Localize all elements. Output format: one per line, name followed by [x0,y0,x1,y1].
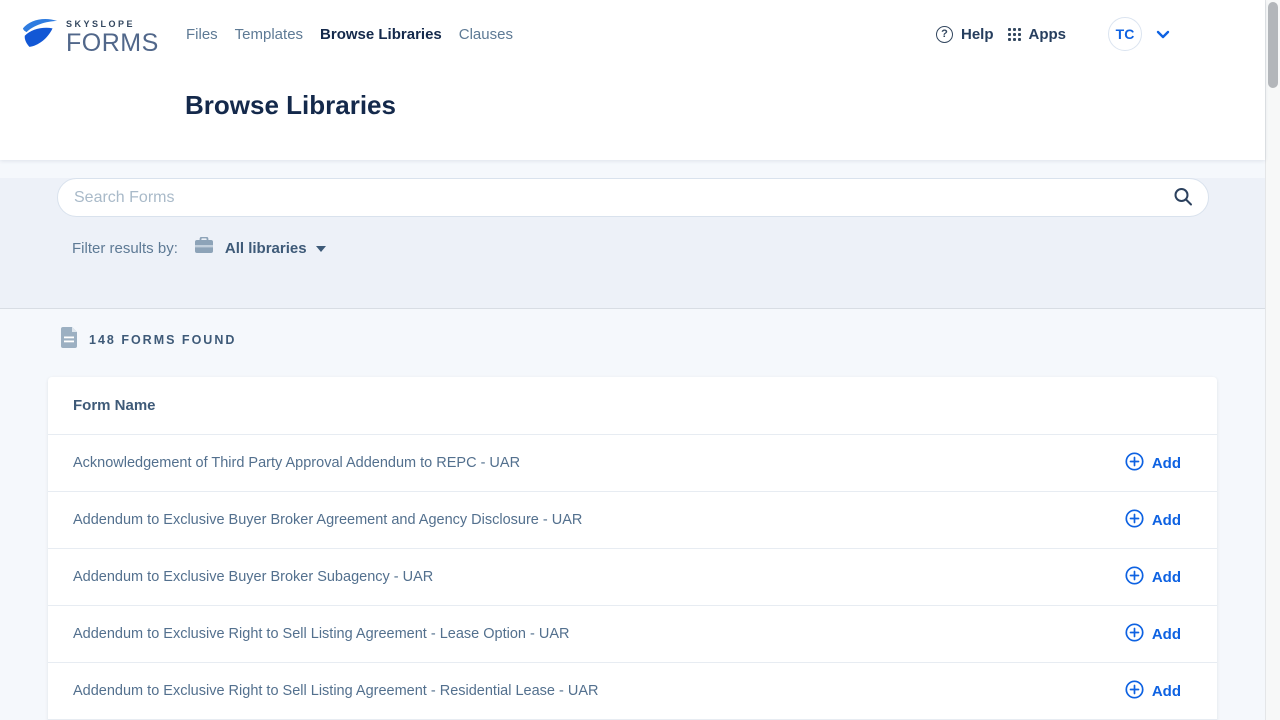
table-header-row: Form Name [48,377,1217,434]
circle-plus-icon [1125,452,1144,474]
filter-label: Filter results by: [72,240,178,257]
header-actions: ? Help Apps TC [936,0,1170,68]
main-nav: Files Templates Browse Libraries Clauses [186,0,513,68]
vertical-scrollbar[interactable] [1265,0,1280,720]
table-row[interactable]: Addendum to Exclusive Buyer Broker Subag… [48,548,1217,605]
add-button-label: Add [1152,683,1181,700]
circle-plus-icon [1125,566,1144,588]
help-label: Help [961,26,994,43]
circle-plus-icon [1125,509,1144,531]
logo-skyslope-label: SKYSLOPE [66,20,159,29]
table-row[interactable]: Addendum to Exclusive Right to Sell List… [48,662,1217,719]
circle-plus-icon [1125,680,1144,702]
add-button-label: Add [1152,455,1181,472]
skyslope-logo[interactable]: SKYSLOPE FORMS [22,17,159,56]
table-row[interactable]: Acknowledgement of Third Party Approval … [48,434,1217,491]
page-title: Browse Libraries [185,90,396,121]
skyslope-swoosh-icon [22,17,59,54]
search-bar [57,178,1209,217]
add-form-button[interactable]: Add [1125,566,1181,588]
nav-item-files[interactable]: Files [186,22,218,47]
forms-found-row: 148 FORMS FOUND [60,309,1265,353]
form-name: Addendum to Exclusive Right to Sell List… [73,683,599,699]
help-button[interactable]: ? Help [936,26,994,43]
table-row[interactable]: Addendum to Exclusive Buyer Broker Agree… [48,491,1217,548]
caret-down-icon[interactable] [316,246,326,252]
results-section: 148 FORMS FOUND Form Name Acknowledgemen… [0,309,1265,720]
logo-text: SKYSLOPE FORMS [66,20,159,56]
circle-plus-icon [1125,623,1144,645]
apps-label: Apps [1029,26,1067,43]
form-name: Acknowledgement of Third Party Approval … [73,455,520,471]
scrollbar-thumb[interactable] [1268,2,1278,88]
nav-item-browse-libraries[interactable]: Browse Libraries [320,22,442,47]
nav-item-clauses[interactable]: Clauses [459,22,513,47]
column-header-form-name: Form Name [73,397,156,414]
search-input[interactable] [57,178,1209,217]
add-button-label: Add [1152,569,1181,586]
briefcase-icon [194,237,214,260]
add-form-button[interactable]: Add [1125,623,1181,645]
forms-found-count: 148 FORMS FOUND [89,333,236,347]
logo-forms-label: FORMS [66,31,159,56]
search-button[interactable] [1171,186,1195,210]
apps-button[interactable]: Apps [994,26,1067,43]
document-icon [60,327,78,353]
form-name: Addendum to Exclusive Buyer Broker Agree… [73,512,582,528]
chevron-down-icon[interactable] [1156,30,1170,39]
help-icon: ? [936,26,953,43]
nav-item-templates[interactable]: Templates [235,22,303,47]
add-button-label: Add [1152,626,1181,643]
add-form-button[interactable]: Add [1125,452,1181,474]
app-header: SKYSLOPE FORMS Files Templates Browse Li… [0,0,1265,160]
apps-grid-icon [1008,28,1021,41]
add-button-label: Add [1152,512,1181,529]
filter-row: Filter results by: All libraries [72,237,1265,260]
forms-table: Form Name Acknowledgement of Third Party… [48,377,1217,720]
library-filter-dropdown[interactable]: All libraries [225,240,307,257]
user-avatar[interactable]: TC [1108,17,1142,51]
search-filter-band: Filter results by: All libraries [0,178,1265,309]
form-name: Addendum to Exclusive Right to Sell List… [73,626,569,642]
add-form-button[interactable]: Add [1125,680,1181,702]
table-row[interactable]: Addendum to Exclusive Right to Sell List… [48,605,1217,662]
form-name: Addendum to Exclusive Buyer Broker Subag… [73,569,433,585]
search-icon [1172,196,1194,211]
skyslope-forms-app: SKYSLOPE FORMS Files Templates Browse Li… [0,0,1280,720]
add-form-button[interactable]: Add [1125,509,1181,531]
page-content: SKYSLOPE FORMS Files Templates Browse Li… [0,0,1265,720]
